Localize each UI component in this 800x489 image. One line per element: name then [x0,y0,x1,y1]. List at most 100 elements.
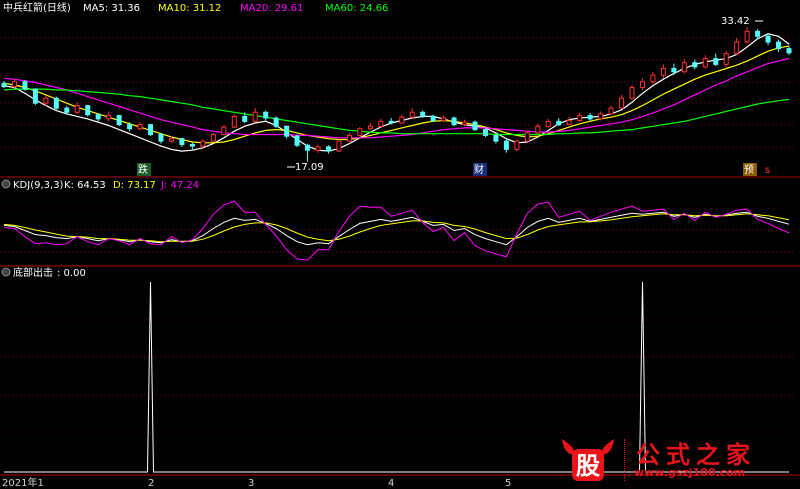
bottom-title[interactable]: 底部出击 [13,266,53,279]
candle-down [189,143,195,147]
bottom-header: 底部出击 : 0.00 [1,266,86,279]
candle-down [776,41,782,50]
candle-down [85,105,91,116]
candle-up [137,124,143,130]
candle-down [430,115,436,122]
candle-up [409,111,415,118]
candle-up [545,120,551,127]
candle-up [210,134,216,142]
candle-down [22,81,28,90]
candle-up [315,146,321,151]
watermark-url: www.gszj100.com [634,466,746,479]
candle-down [388,120,394,124]
candle-up [336,140,342,152]
tag-yu[interactable]: 预 [744,164,754,176]
bottom-collapse-icon[interactable] [1,267,11,277]
watermark-divider [624,439,626,481]
candle-down [671,67,677,73]
candle-down [587,115,593,120]
high-price-label: 33.42 [721,16,750,27]
candle-up [221,126,227,136]
candle-up [681,62,687,73]
candle-down [493,134,499,142]
candle-down [472,121,478,131]
candle-down [116,115,122,126]
candle-up [378,120,384,127]
price-annotations: 33.42 17.09 跌 财 预 s [137,16,770,176]
candle-down [1,82,7,88]
candle-up [462,121,468,126]
bottom-grid [0,319,793,433]
candle-up [535,125,541,134]
candle-down [64,107,70,113]
candle-up [629,86,635,99]
candle-up [231,115,237,128]
bull-logo-icon: 股 [562,439,614,481]
candle-down [482,129,488,136]
candle-down [242,115,248,122]
candle-down [179,138,185,145]
candle-down [786,48,792,54]
kdj-j-line [3,200,790,261]
candle-up [566,120,572,126]
candle-down [305,144,311,151]
candle-up [650,74,656,83]
candle-down [503,140,509,150]
candle-up [441,117,447,122]
ma10-label: MA10: 31.12 [158,3,221,14]
candle-up [619,97,625,109]
candle-up [608,107,614,115]
candle-up [723,53,729,65]
candle-down [273,117,279,127]
watermark-title: 公式之家 [636,440,756,469]
x-axis: 2021年1 2 3 4 5 [2,476,511,489]
kdj-d-label: D: 73.17 [113,180,156,191]
tag-s[interactable]: s [765,165,770,176]
moving-average-lines [3,33,790,152]
chart-frame [0,176,800,476]
bottom-value: : 0.00 [57,268,86,279]
candle-down [294,135,300,146]
kdj-title[interactable]: KDJ(9,3,3) [13,180,64,191]
ma60-line [3,88,790,136]
x-tick-label: 2021年1 [2,476,44,489]
price-grid [0,37,793,148]
ma20-line [3,57,790,139]
candle-up [357,128,363,136]
candle-up [514,140,520,150]
price-header: 中兵红箭(日线) MA5: 31.36 MA10: 31.12 MA20: 29… [3,1,388,14]
tag-cai[interactable]: 财 [474,163,484,176]
kdj-collapse-icon[interactable] [1,179,11,189]
candle-up [399,116,405,124]
candle-down [755,30,761,37]
candle-down [158,134,164,142]
stock-title[interactable]: 中兵红箭(日线) [3,1,71,14]
candle-up [252,111,258,122]
candle-up [106,115,112,120]
candle-down [263,111,269,119]
candle-up [702,58,708,68]
candle-up [744,30,750,43]
candle-down [127,124,133,130]
kdj-d-line [3,213,790,243]
ma60-label: MA60: 24.66 [325,3,388,14]
candle-up [200,140,206,147]
ma20-label: MA20: 29.61 [240,3,303,14]
kdj-k-label: K: 64.53 [64,180,106,191]
kdj-j-label: J: 47.24 [160,180,199,191]
tag-die[interactable]: 跌 [138,163,148,176]
candle-down [53,97,59,109]
candle-down [325,146,331,152]
candle-down [451,117,457,126]
candle-up [11,81,17,88]
low-price-label: 17.09 [295,162,324,173]
candle-up [734,41,740,55]
x-tick-label: 5 [505,478,511,489]
candle-up [346,134,352,142]
candle-down [95,114,101,120]
watermark: 股 公式之家 www.gszj100.com [558,433,783,485]
ma5-label: MA5: 31.36 [83,3,140,14]
candle-up [660,67,666,76]
candle-up [367,125,373,130]
candle-down [284,125,290,137]
